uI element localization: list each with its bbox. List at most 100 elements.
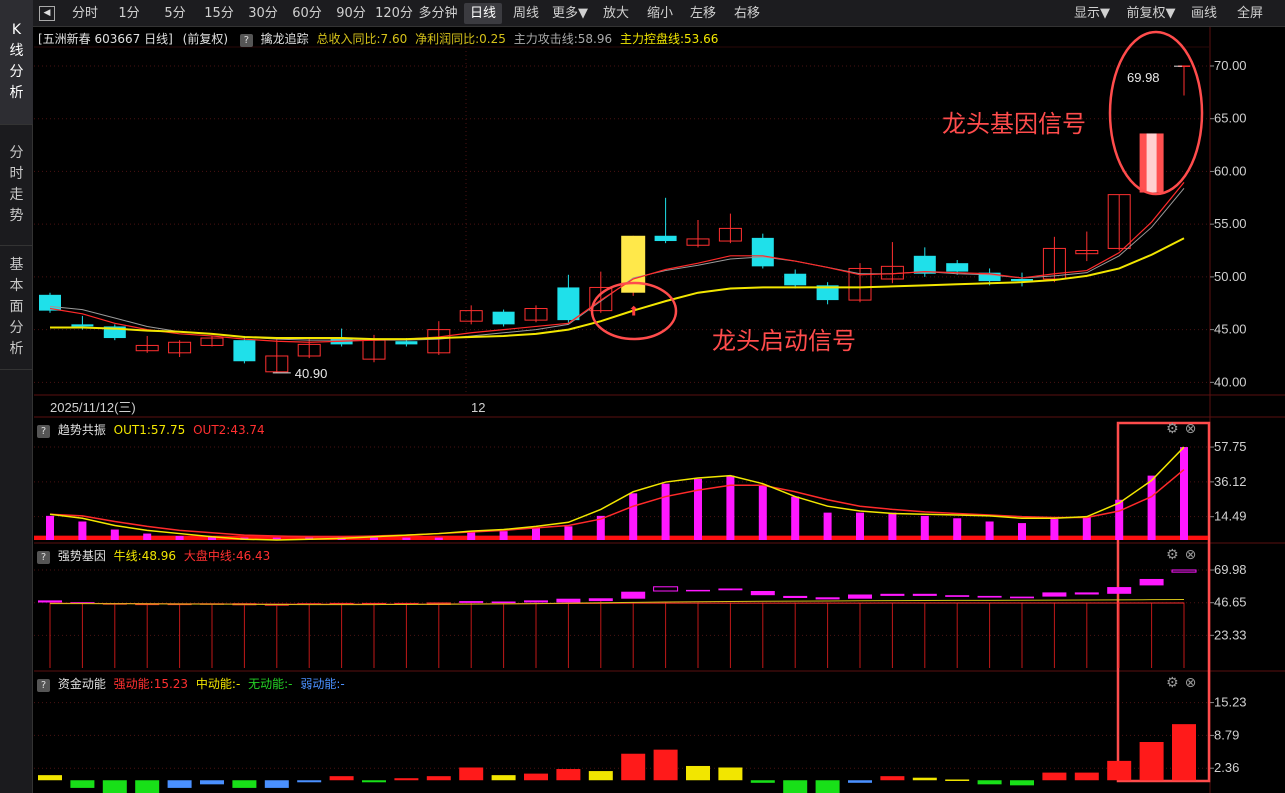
gene-box [718, 588, 743, 591]
bull-line-label: 牛线:48.96 [113, 549, 177, 563]
momentum-bar [556, 769, 581, 781]
gene-box [1010, 596, 1034, 599]
momentum-bar [718, 767, 743, 781]
momentum-bar [426, 776, 451, 781]
revenue-growth-label: 总收入同比:7.60 [316, 32, 408, 46]
momentum-bar [200, 780, 224, 785]
gene-box [653, 586, 679, 592]
date-axis-start-label: 2025/11/12(三) [50, 400, 136, 415]
gene-box [38, 600, 62, 603]
resonance-bar [46, 515, 54, 540]
gene-box [524, 600, 548, 603]
momentum-bar [167, 780, 192, 788]
resonance-bar [564, 526, 573, 540]
resonance-bar [823, 512, 832, 540]
candle-body [946, 263, 969, 272]
momentum-bar [621, 753, 646, 781]
momentum-bar [880, 776, 905, 781]
resonance-bar [920, 515, 929, 540]
gene-box [1042, 592, 1067, 597]
y-tick-label: 60.00 [1214, 163, 1247, 178]
y-tick-label: 36.12 [1214, 474, 1247, 489]
bull-line [50, 598, 1185, 606]
gear-icon[interactable]: ⚙ [1166, 675, 1179, 691]
y-tick-label: 65.00 [1214, 111, 1247, 126]
gear-icon[interactable]: ⚙ [1166, 421, 1179, 437]
momentum-bar [1010, 780, 1034, 786]
momentum-bar [977, 780, 1002, 785]
no-momentum-label: 无动能:- [248, 677, 293, 691]
y-tick-label: 8.79 [1214, 727, 1239, 742]
y-tick-label: 14.49 [1214, 509, 1247, 524]
momentum-bar [362, 780, 386, 783]
strong-gene-name: 强势基因 [57, 549, 106, 563]
ma-gray-line [49, 187, 1185, 341]
candle-body [784, 273, 807, 286]
resonance-bar [1082, 517, 1091, 540]
capital-momentum-info-bar: ? 资金动能 强动能:15.23 中动能:- 无动能:- 弱动能:- [33, 675, 345, 693]
gene-box [1074, 592, 1099, 595]
momentum-bar [1172, 724, 1196, 781]
resonance-bar [370, 537, 378, 540]
resonance-bar [434, 537, 443, 540]
help-icon[interactable]: ? [37, 551, 50, 564]
momentum-bar [912, 777, 937, 781]
help-icon[interactable]: ? [37, 679, 50, 692]
y-tick-label: 23.33 [1214, 627, 1247, 642]
momentum-bar [815, 780, 840, 793]
momentum-bar [1074, 772, 1099, 781]
y-tick-label: 70.00 [1214, 58, 1247, 73]
resonance-bar [661, 483, 670, 540]
gene-box [880, 593, 905, 596]
candle-body [751, 237, 774, 267]
close-icon[interactable]: ⊗ [1185, 675, 1197, 691]
y-tick-label: 69.98 [1214, 562, 1247, 577]
momentum-bar [588, 771, 613, 781]
momentum-bar [848, 780, 872, 783]
gene-box [621, 591, 646, 599]
panel3-controls: ⚙ ⊗ [1166, 547, 1196, 563]
gene-box [1139, 578, 1164, 586]
gene-box [783, 595, 808, 598]
momentum-bar [491, 775, 516, 781]
momentum-bar [783, 780, 808, 793]
resonance-bar [985, 521, 994, 540]
y-tick-label: 55.00 [1214, 216, 1247, 231]
strong-gene-info-bar: ? 强势基因 牛线:48.96 大盘中线:46.43 [33, 547, 270, 565]
gene-box [848, 594, 872, 599]
out2-line [49, 469, 1185, 538]
candle-body [71, 324, 94, 327]
high-price-label: 69.98 [1127, 70, 1160, 85]
candle-body [39, 294, 61, 311]
trend-resonance-name: 趋势共振 [57, 423, 106, 437]
gene-box [686, 589, 710, 592]
gene-box [588, 598, 613, 602]
close-icon[interactable]: ⊗ [1185, 547, 1197, 563]
out1-label: OUT1:57.75 [113, 423, 186, 437]
close-icon[interactable]: ⊗ [1185, 421, 1197, 437]
help-icon[interactable]: ? [239, 34, 253, 47]
gene-box [1171, 569, 1197, 573]
panel2-controls: ⚙ ⊗ [1166, 421, 1196, 437]
capital-momentum-name: 资金动能 [57, 677, 106, 691]
trend-resonance-info-bar: ? 趋势共振 OUT1:57.75 OUT2:43.74 [33, 421, 265, 439]
stock-name-label: [五洲新春 603667 日线] [38, 32, 173, 46]
resonance-bar [1050, 519, 1059, 540]
control-line [50, 237, 1185, 341]
attack-line-label: 主力攻击线:58.96 [513, 32, 613, 46]
candle-body [557, 287, 580, 321]
gene-box [912, 593, 937, 596]
y-tick-label: 57.75 [1214, 439, 1247, 454]
strong-momentum-label: 强动能:15.23 [113, 677, 189, 691]
help-icon[interactable]: ? [37, 425, 50, 438]
resonance-bar [1018, 523, 1026, 540]
momentum-bar [70, 780, 95, 788]
resonance-bar [78, 521, 87, 540]
resonance-bar [694, 478, 702, 540]
y-tick-label: 2.36 [1214, 760, 1239, 775]
gear-icon[interactable]: ⚙ [1166, 547, 1179, 563]
momentum-bar [750, 780, 775, 783]
resonance-bar [888, 512, 897, 540]
y-tick-label: 40.00 [1214, 374, 1247, 389]
gene-box [977, 595, 1002, 598]
